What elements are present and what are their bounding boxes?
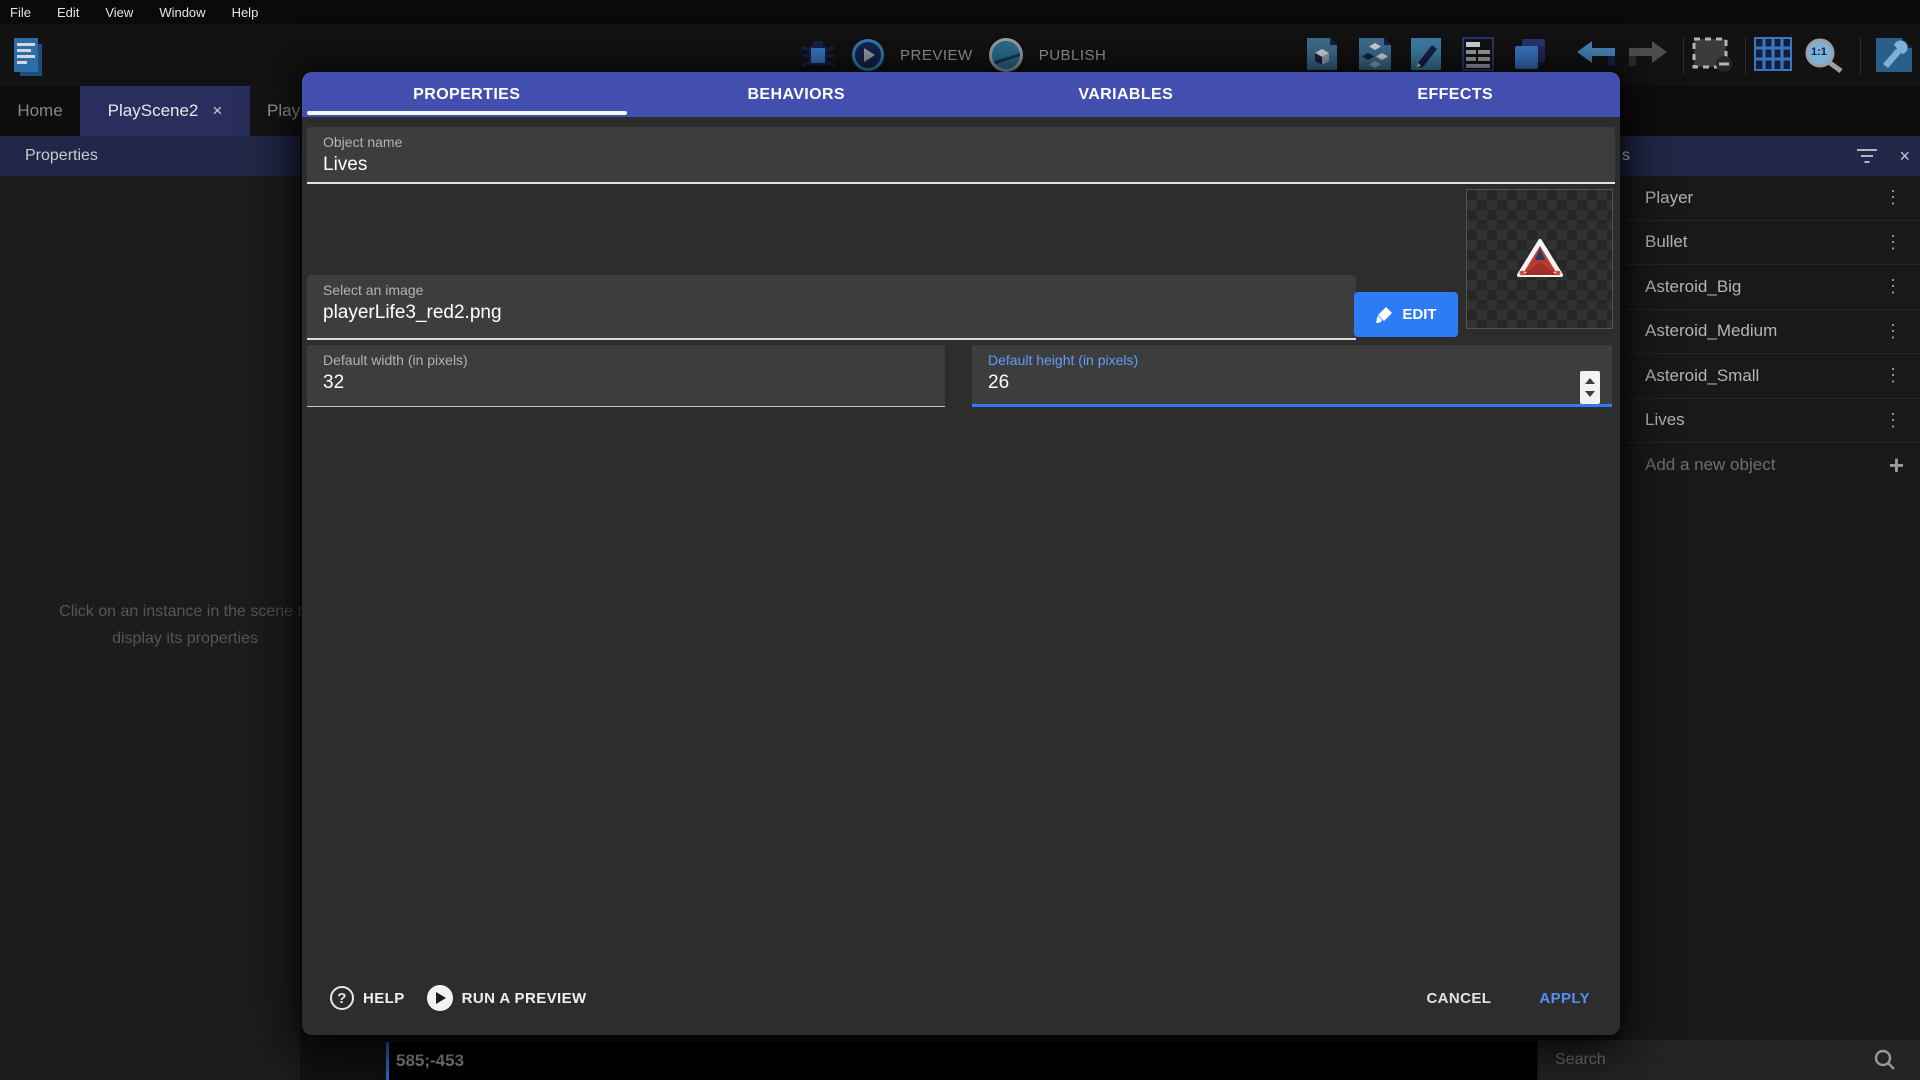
tab-play-label: Play — [267, 101, 300, 121]
grid-icon[interactable] — [1754, 37, 1792, 71]
add-new-object-button[interactable]: Add a new object + — [1620, 443, 1920, 488]
preview-icon[interactable] — [852, 39, 884, 71]
kebab-menu-icon[interactable]: ⋮ — [1884, 232, 1902, 253]
objects-search-bar — [1537, 1040, 1920, 1080]
events-list-icon[interactable] — [1462, 37, 1494, 71]
filter-icon[interactable] — [1857, 149, 1877, 163]
scene-status-bar: 585;-453 — [386, 1042, 1537, 1080]
project-manager-icon[interactable] — [14, 38, 42, 78]
help-button[interactable]: ? HELP — [330, 986, 405, 1010]
preview-button[interactable]: PREVIEW — [900, 47, 973, 64]
properties-panel: Properties Click on an instance in the s… — [0, 136, 300, 1080]
publish-icon[interactable] — [989, 38, 1023, 72]
objects-panel-title-partial: s — [1622, 147, 1630, 165]
select-image-value[interactable]: playerLife3_red2.png — [323, 302, 1340, 324]
object-name-field[interactable]: Object name Lives — [307, 127, 1615, 184]
object-name-label: Object name — [323, 134, 1599, 150]
apply-button[interactable]: APPLY — [1539, 990, 1590, 1007]
search-input[interactable] — [1538, 1051, 1868, 1069]
edit-scene-icon[interactable] — [1410, 37, 1442, 71]
select-image-label: Select an image — [323, 282, 1340, 298]
menu-help[interactable]: Help — [232, 5, 259, 20]
tools-icon[interactable] — [1870, 37, 1914, 73]
brush-icon — [1375, 306, 1393, 324]
tab-home-label: Home — [17, 101, 62, 121]
tab-playscene2[interactable]: PlayScene2 × — [80, 86, 250, 136]
object-row-asteroid-small[interactable]: Asteroid_Small ⋮ — [1620, 354, 1920, 399]
tab-close-icon[interactable]: × — [212, 101, 222, 121]
dialog-tab-properties[interactable]: PROPERTIES — [302, 72, 632, 117]
kebab-menu-icon[interactable]: ⋮ — [1884, 321, 1902, 342]
run-preview-button[interactable]: RUN A PREVIEW — [427, 985, 587, 1011]
undo-icon[interactable] — [1576, 40, 1616, 70]
object-groups-icon[interactable] — [1358, 37, 1392, 71]
redo-icon[interactable] — [1628, 40, 1668, 70]
default-height-value[interactable]: 26 — [988, 372, 1596, 394]
play-icon — [427, 985, 453, 1011]
dialog-tab-effects[interactable]: EFFECTS — [1291, 72, 1621, 117]
object-row-player[interactable]: Player ⋮ — [1620, 176, 1920, 221]
object-row-lives[interactable]: Lives ⋮ — [1620, 399, 1920, 444]
dialog-tab-behaviors[interactable]: BEHAVIORS — [632, 72, 962, 117]
stepper-down-icon[interactable] — [1585, 391, 1595, 397]
default-width-field[interactable]: Default width (in pixels) 32 — [307, 345, 945, 407]
object-row-asteroid-medium[interactable]: Asteroid_Medium ⋮ — [1620, 310, 1920, 355]
objects-panel: s × Player ⋮ Bullet ⋮ Asteroid_Big ⋮ Ast… — [1620, 136, 1920, 1080]
toolbar-separator — [1745, 38, 1746, 74]
edit-image-button[interactable]: EDIT — [1354, 292, 1458, 337]
dialog-tab-variables[interactable]: VARIABLES — [961, 72, 1291, 117]
ship-sprite — [1516, 238, 1564, 280]
object-editor-dialog: PROPERTIES BEHAVIORS VARIABLES EFFECTS O… — [302, 72, 1620, 1035]
zoom-reset-icon[interactable]: 1:1 — [1801, 37, 1847, 73]
menu-view[interactable]: View — [105, 5, 133, 20]
objects-panel-header: s × — [1620, 136, 1920, 176]
stepper-up-icon[interactable] — [1585, 378, 1595, 384]
menu-bar: File Edit View Window Help — [0, 0, 1920, 24]
properties-panel-header: Properties — [0, 136, 300, 176]
toolbar-separator — [1683, 38, 1684, 74]
object-row-asteroid-big[interactable]: Asteroid_Big ⋮ — [1620, 265, 1920, 310]
menu-window[interactable]: Window — [159, 5, 205, 20]
dialog-footer: ? HELP RUN A PREVIEW CANCEL APPLY — [302, 971, 1620, 1035]
search-icon — [1874, 1049, 1896, 1071]
dialog-tab-bar: PROPERTIES BEHAVIORS VARIABLES EFFECTS — [302, 72, 1620, 117]
default-width-label: Default width (in pixels) — [323, 352, 929, 368]
kebab-menu-icon[interactable]: ⋮ — [1884, 276, 1902, 297]
add-object-icon[interactable] — [1306, 37, 1338, 71]
kebab-menu-icon[interactable]: ⋮ — [1884, 365, 1902, 386]
default-height-label: Default height (in pixels) — [988, 352, 1596, 368]
layers-icon[interactable] — [1514, 38, 1546, 70]
toolbar-separator — [1860, 38, 1861, 74]
cursor-coordinates: 585;-453 — [396, 1051, 464, 1071]
panel-close-icon[interactable]: × — [1899, 146, 1910, 167]
status-accent-bar — [386, 1042, 389, 1080]
object-name-value[interactable]: Lives — [323, 154, 1599, 176]
default-height-field[interactable]: Default height (in pixels) 26 — [972, 345, 1612, 407]
kebab-menu-icon[interactable]: ⋮ — [1884, 410, 1902, 431]
deselect-icon[interactable] — [1692, 37, 1734, 73]
number-stepper[interactable] — [1580, 371, 1600, 404]
tab-playscene2-label: PlayScene2 — [108, 101, 199, 121]
zoom-ratio-label: 1:1 — [1811, 46, 1827, 58]
menu-file[interactable]: File — [10, 5, 31, 20]
tab-home[interactable]: Home — [0, 86, 80, 136]
kebab-menu-icon[interactable]: ⋮ — [1884, 187, 1902, 208]
debug-icon[interactable] — [800, 38, 836, 72]
image-preview — [1466, 189, 1613, 329]
publish-button[interactable]: PUBLISH — [1039, 47, 1107, 64]
menu-edit[interactable]: Edit — [57, 5, 79, 20]
active-tab-underline — [307, 111, 627, 115]
cancel-button[interactable]: CANCEL — [1426, 990, 1491, 1007]
default-width-value[interactable]: 32 — [323, 372, 929, 394]
select-image-field[interactable]: Select an image playerLife3_red2.png — [307, 275, 1356, 340]
object-row-bullet[interactable]: Bullet ⋮ — [1620, 221, 1920, 266]
plus-icon: + — [1889, 450, 1904, 481]
help-icon: ? — [330, 986, 354, 1010]
properties-panel-title: Properties — [25, 147, 98, 165]
